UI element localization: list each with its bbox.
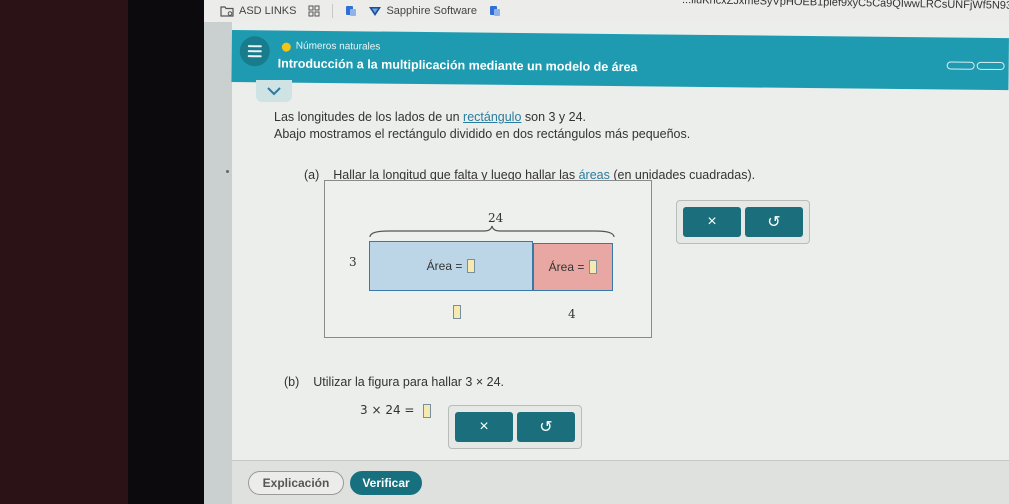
height-label: 3 [349,255,357,269]
intro-text: Las longitudes de los lados de un [274,110,464,124]
menu-icon-line [247,45,262,48]
left-area-input[interactable] [467,259,476,273]
right-area-input[interactable] [589,260,598,274]
sapphire-icon [369,6,382,16]
browser-window: ASD LINKS Sapphire Software ...lluKhcxZJ… [204,0,1009,504]
problem-intro-line1: Las longitudes de los lados de un rectán… [274,110,586,124]
total-length-label: 24 [488,211,504,225]
brace-icon [369,225,615,238]
right-length-label: 4 [568,307,576,321]
right-rectangle: Área = [533,243,613,291]
reset-button[interactable]: ↺ [745,207,803,237]
undo-icon: ↺ [767,214,781,231]
part-b-question: (b) Utilizar la figura para hallar 3 × 24… [284,375,504,389]
topic-status-dot [281,42,291,52]
bookmark-label: ASD LINKS [239,5,297,17]
chevron-down-icon [267,86,281,95]
footer-bar: Explicación Verificar [232,460,1009,504]
part-b-text: Utilizar la figura para hallar 3 × 24. [313,375,505,389]
close-icon: × [707,213,717,230]
intro-text: son 3 y 24. [521,110,587,124]
verify-button[interactable]: Verificar [350,471,422,495]
clear-button[interactable]: × [455,412,513,442]
url-text-fragment: ...lluKhcxZJxmeSyVpHOEB1plef9xyC5Ca9QIww… [682,0,1009,12]
menu-button[interactable] [239,36,270,67]
topic-header: Números naturales Introducción a la mult… [231,30,1009,91]
part-b-controls: × ↺ [448,405,582,449]
topic-category: Números naturales [295,40,381,53]
toggle-view-icon[interactable] [946,61,1005,71]
product-answer-input[interactable] [423,403,432,418]
glossary-link-rectangulo[interactable]: rectángulo [463,110,521,124]
translate-icon [489,6,500,16]
collapse-button[interactable] [256,80,292,102]
page-area: Números naturales Introducción a la mult… [204,22,1009,504]
bookmark-asd-links[interactable]: ASD LINKS [220,5,296,17]
part-a-controls: × ↺ [676,200,810,244]
bookmark-apps[interactable] [308,5,320,17]
topic-title: Introducción a la multiplicación mediant… [277,56,638,75]
explanation-button[interactable]: Explicación [248,471,344,495]
bookmark-sapphire-software[interactable]: Sapphire Software [369,5,477,17]
equation-text: 3 × 24 = [360,403,415,417]
problem-intro-line2: Abajo mostramos el rectángulo dividido e… [274,127,691,141]
bookmarks-bar: ASD LINKS Sapphire Software ...lluKhcxZJ… [204,0,1009,22]
reset-button[interactable]: ↺ [517,412,575,442]
menu-icon-line [247,55,262,58]
apps-grid-icon [308,5,320,17]
left-rectangle: Área = [369,241,533,291]
folder-icon [220,6,234,17]
left-length-input[interactable] [453,305,461,319]
translate-icon [346,6,357,16]
clear-button[interactable]: × [683,207,741,237]
bookmark-label: Sapphire Software [386,5,477,17]
bookmark-translate[interactable] [345,5,357,17]
bookmark-translate-2[interactable] [489,5,501,17]
left-area-label: Área = [426,259,463,273]
area-model-figure: 24 3 Área = Área = 4 [324,180,652,338]
right-area-label: Área = [548,260,585,274]
part-b-equation: 3 × 24 = [360,403,432,418]
part-a-label: (a) [304,168,320,182]
decorative-dot [226,170,229,173]
bookmark-separator [332,4,334,18]
part-b-label: (b) [284,375,300,389]
background-dark [128,0,204,504]
menu-icon-line [247,50,262,53]
close-icon: × [479,418,489,435]
undo-icon: ↺ [539,419,553,436]
background-left [0,0,128,504]
